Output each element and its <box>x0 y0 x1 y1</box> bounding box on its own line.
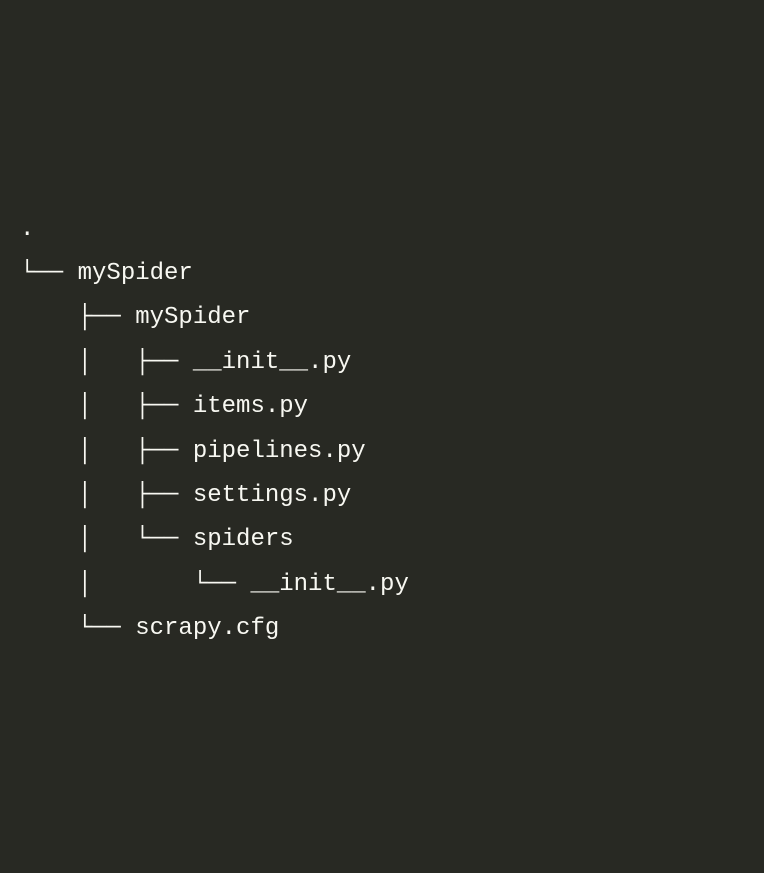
tree-line-file: │ └── __init__.py <box>20 563 744 607</box>
tree-line-file: │ ├── __init__.py <box>20 341 744 385</box>
tree-output: .└── mySpider ├── mySpider │ ├── __init_… <box>20 208 744 652</box>
tree-line-dir: └── mySpider <box>20 252 744 296</box>
tree-line-dir: │ └── spiders <box>20 518 744 562</box>
tree-line-root: . <box>20 208 744 252</box>
tree-line-file: └── scrapy.cfg <box>20 607 744 651</box>
tree-line-dir: ├── mySpider <box>20 296 744 340</box>
tree-line-file: │ ├── settings.py <box>20 474 744 518</box>
tree-line-file: │ ├── pipelines.py <box>20 430 744 474</box>
tree-line-file: │ ├── items.py <box>20 385 744 429</box>
